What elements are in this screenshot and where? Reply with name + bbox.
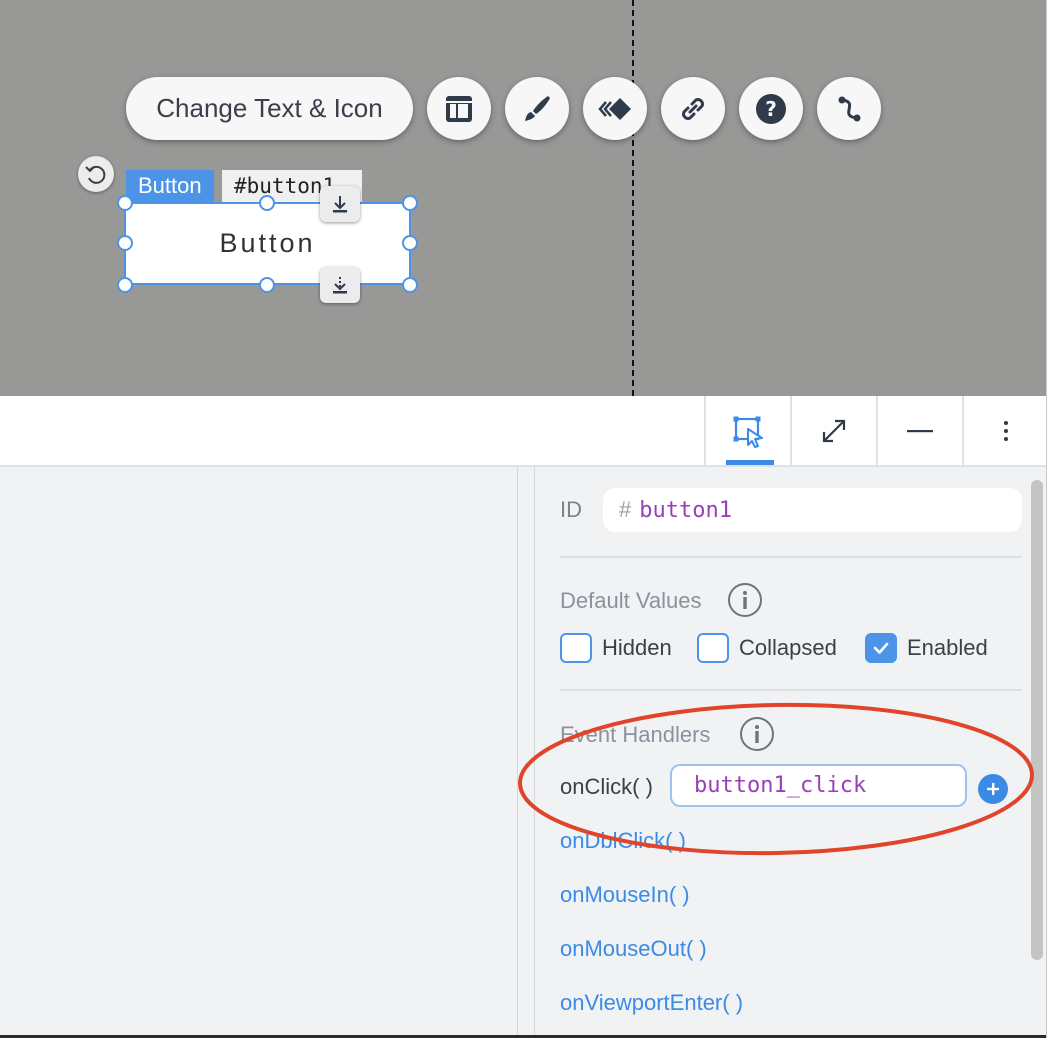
divider [560,556,1022,558]
checkbox-label: Collapsed [739,635,837,660]
element-type-tag: Button [126,170,214,202]
panel-toolbar [0,396,1046,467]
minimize-icon [907,429,933,432]
info-icon[interactable] [727,582,763,618]
connector-icon [838,96,861,121]
event-onmouseout[interactable]: onMouseOut( ) [560,936,707,962]
properties-panel: ID # button1 Default Values Hidden Colla… [535,467,1046,1035]
more-options-button[interactable] [962,396,1048,465]
button-text: Button [219,228,316,258]
resize-handle-top[interactable] [259,195,275,211]
brush-icon [525,95,550,121]
info-icon[interactable] [739,716,775,752]
editor-canvas[interactable]: Change Text & Icon ? Button #button1 But… [0,0,1046,396]
rotate-icon [85,165,106,184]
id-value: button1 [639,497,732,523]
help-button[interactable]: ? [739,77,803,140]
id-label: ID [560,497,582,522]
resize-handle-left[interactable] [117,235,133,251]
animation-button[interactable] [583,77,647,140]
anchor-bottom-button[interactable] [320,267,360,303]
window-edge [1046,0,1054,1038]
id-hash: # [619,497,632,522]
resize-handle-bottom-left[interactable] [117,277,133,293]
resize-handle-top-left[interactable] [117,195,133,211]
anchor-top-button[interactable] [320,186,360,222]
resize-handle-right[interactable] [402,235,418,251]
layout-icon [446,95,472,122]
collapsed-checkbox[interactable]: Collapsed [697,633,837,663]
onclick-handler-input[interactable]: button1_click [670,764,967,807]
panel-splitter[interactable] [517,467,535,1038]
rotate-handle[interactable] [78,156,114,192]
change-text-icon-button[interactable]: Change Text & Icon [126,77,413,140]
checkmark-icon [873,642,889,654]
resize-handle-top-right[interactable] [402,195,418,211]
event-handlers-title: Event Handlers [560,722,711,747]
plus-icon [987,783,999,795]
event-onmousein[interactable]: onMouseIn( ) [560,882,690,908]
checkbox-box-checked[interactable] [865,633,897,663]
expand-button[interactable] [790,396,876,465]
minimize-button[interactable] [876,396,962,465]
resize-handle-bottom-right[interactable] [402,277,418,293]
animation-icon [598,97,631,120]
expand-icon [822,419,846,442]
event-onviewportenter[interactable]: onViewportEnter( ) [560,990,743,1016]
resize-handle-bottom[interactable] [259,277,275,293]
checkbox-label: Enabled [907,635,988,660]
onclick-label: onClick( ) [560,774,653,799]
active-tab-indicator [726,460,774,465]
select-area-icon [733,416,763,448]
download-icon [333,196,347,213]
selected-button-element[interactable]: Button [124,202,411,285]
more-options-icon [1004,420,1008,441]
checkbox-box[interactable] [560,633,592,663]
enabled-checkbox[interactable]: Enabled [865,633,988,663]
default-values-title: Default Values [560,588,702,613]
design-button[interactable] [505,77,569,140]
connect-button[interactable] [817,77,881,140]
link-icon [682,97,704,120]
event-ondblclick[interactable]: onDblClick( ) [560,828,686,854]
checkbox-box[interactable] [697,633,729,663]
link-button[interactable] [661,77,725,140]
code-panel[interactable] [0,467,518,1038]
scrollbar[interactable] [1031,480,1043,960]
hidden-checkbox[interactable]: Hidden [560,633,672,663]
layout-button[interactable] [427,77,491,140]
help-icon: ? [756,93,786,124]
dotted-download-icon [333,277,347,294]
select-area-button[interactable] [704,396,790,465]
id-input[interactable]: # button1 [603,488,1022,532]
svg-text:?: ? [765,97,777,121]
guide-line [632,0,634,396]
checkbox-label: Hidden [602,635,672,660]
add-handler-button[interactable] [978,774,1008,804]
divider [560,689,1022,691]
